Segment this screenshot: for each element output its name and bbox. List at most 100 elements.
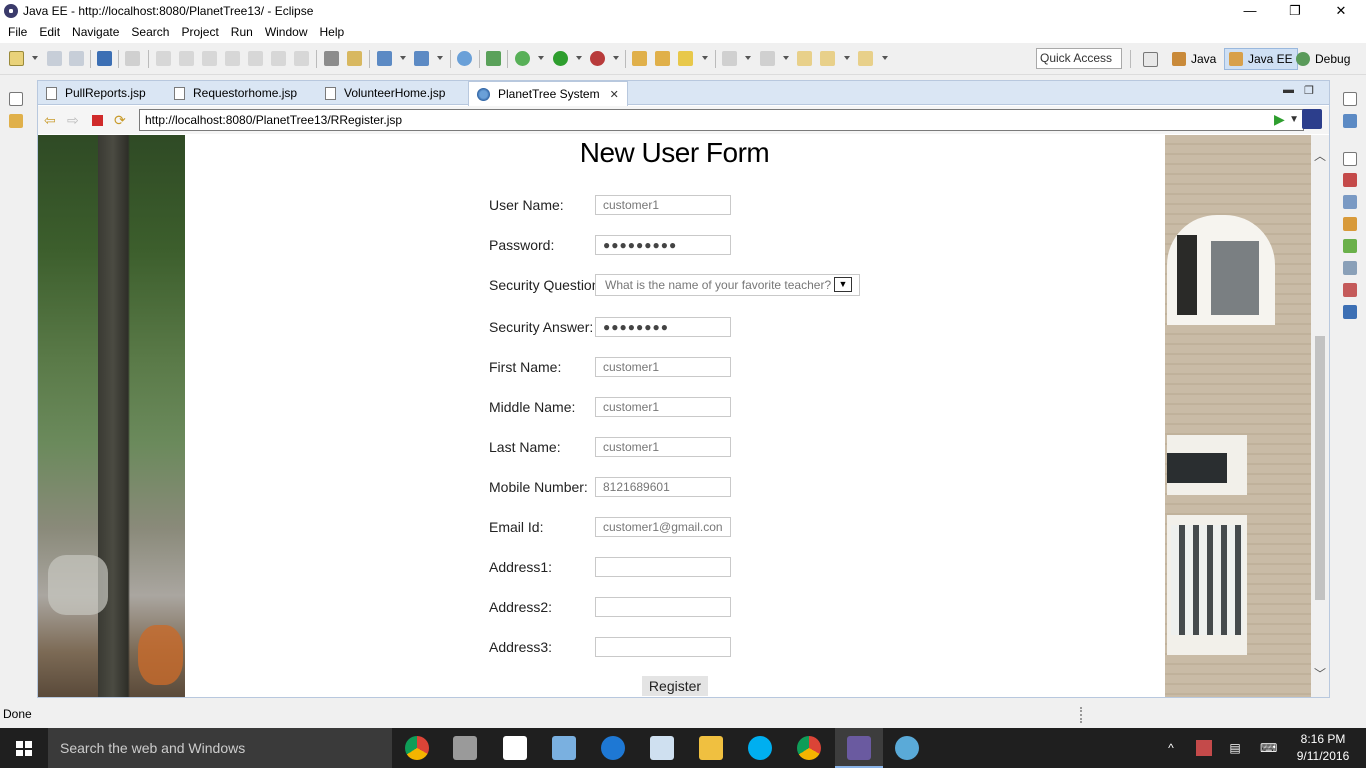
menu-project[interactable]: Project <box>175 22 224 43</box>
chevron-down-icon[interactable]: ▼ <box>834 277 852 292</box>
tab-planettree-system[interactable]: PlanetTree System ✕ <box>468 81 628 106</box>
chrome-icon-2[interactable] <box>797 736 821 760</box>
restore-view-icon[interactable] <box>9 92 23 106</box>
save-icon[interactable] <box>47 51 62 66</box>
menu-navigate[interactable]: Navigate <box>66 22 125 43</box>
menu-help[interactable]: Help <box>314 22 351 43</box>
chrome-icon[interactable] <box>405 736 429 760</box>
open-perspective-icon[interactable] <box>1143 52 1158 67</box>
markers-icon[interactable] <box>1343 173 1357 187</box>
servers-icon[interactable] <box>1343 217 1357 231</box>
scroll-thumb[interactable] <box>1315 336 1325 600</box>
skype-icon[interactable] <box>748 736 772 760</box>
edge-icon[interactable] <box>601 736 625 760</box>
debug-dropdown-icon[interactable] <box>538 56 544 60</box>
security-answer-input[interactable]: ●●●●●●●● <box>595 317 731 337</box>
properties-icon[interactable] <box>1343 195 1357 209</box>
last-name-input[interactable]: customer1 <box>595 437 731 457</box>
step-over-icon[interactable] <box>271 51 286 66</box>
photos-icon[interactable] <box>650 736 674 760</box>
console-view-icon[interactable] <box>1343 305 1357 319</box>
last-edit-icon[interactable] <box>797 51 812 66</box>
search-tool-icon[interactable] <box>678 51 693 66</box>
build-icon[interactable] <box>486 51 501 66</box>
new-type-dropdown-icon[interactable] <box>437 56 443 60</box>
email-input[interactable]: customer1@gmail.con <box>595 517 731 537</box>
password-input[interactable]: ●●●●●●●●● <box>595 235 731 255</box>
mobile-number-input[interactable]: 8121689601 <box>595 477 731 497</box>
stop-icon[interactable] <box>92 115 103 126</box>
paint-icon[interactable] <box>895 736 919 760</box>
new-server-icon[interactable] <box>377 51 392 66</box>
store-icon[interactable] <box>503 736 527 760</box>
task-view-icon[interactable] <box>453 736 477 760</box>
terminate-icon[interactable] <box>202 51 217 66</box>
user-name-input[interactable]: customer1 <box>595 195 731 215</box>
refresh-icon[interactable]: ⟳ <box>114 113 129 127</box>
perspective-debug[interactable]: Debug <box>1292 48 1354 70</box>
skip-breakpoints-icon[interactable] <box>125 51 140 66</box>
run-dropdown-icon[interactable] <box>576 56 582 60</box>
restore-view-icon[interactable] <box>1343 152 1357 166</box>
disconnect-icon[interactable] <box>225 51 240 66</box>
virtualbox-icon[interactable] <box>552 736 576 760</box>
back-arrow-icon[interactable]: ⇦ <box>44 113 59 127</box>
problems-icon[interactable] <box>1343 283 1357 297</box>
middle-name-input[interactable]: customer1 <box>595 397 731 417</box>
action-center-icon[interactable]: ▤ <box>1227 740 1243 756</box>
new-dropdown-icon[interactable] <box>32 56 38 60</box>
resume-icon[interactable] <box>156 51 171 66</box>
web-browser-icon[interactable] <box>457 51 472 66</box>
minimize-editor-icon[interactable]: ▬ <box>1283 84 1294 96</box>
security-question-select[interactable]: What is the name of your favorite teache… <box>595 274 860 296</box>
search-dropdown-icon[interactable] <box>702 56 708 60</box>
prev-annotation-icon[interactable] <box>760 51 775 66</box>
eclipse-taskbar-icon[interactable] <box>847 736 871 760</box>
next-annotation-dropdown-icon[interactable] <box>745 56 751 60</box>
close-tab-icon[interactable]: ✕ <box>610 88 619 101</box>
project-explorer-icon[interactable] <box>9 114 23 128</box>
menu-edit[interactable]: Edit <box>33 22 66 43</box>
debug-icon[interactable] <box>515 51 530 66</box>
menu-run[interactable]: Run <box>225 22 259 43</box>
address2-input[interactable] <box>595 597 731 617</box>
show-hidden-icons-icon[interactable]: ^ <box>1163 740 1179 756</box>
forward-dropdown-icon[interactable] <box>882 56 888 60</box>
save-all-icon[interactable] <box>69 51 84 66</box>
maximize-editor-icon[interactable]: ❐ <box>1304 84 1314 97</box>
vertical-scrollbar[interactable]: ︿ ﹀ <box>1311 135 1329 697</box>
forward-arrow-icon[interactable]: ⇨ <box>67 113 82 127</box>
restore-button[interactable]: ❐ <box>1272 0 1318 22</box>
tab-volunteer-home[interactable]: VolunteerHome.jsp <box>317 81 453 105</box>
url-dropdown-icon[interactable]: ▼ <box>1289 110 1299 130</box>
open-resource-icon[interactable] <box>655 51 670 66</box>
external-tools-icon[interactable] <box>590 51 605 66</box>
address3-input[interactable] <box>595 637 731 657</box>
menu-file[interactable]: File <box>2 22 33 43</box>
register-button[interactable]: Register <box>642 676 708 696</box>
step-into-icon[interactable] <box>248 51 263 66</box>
tab-requestor-home[interactable]: Requestorhome.jsp <box>166 81 305 105</box>
taskbar-clock[interactable]: 8:16 PM 9/11/2016 <box>1290 731 1356 765</box>
close-window-button[interactable]: ✕ <box>1318 0 1364 22</box>
open-type-icon[interactable] <box>632 51 647 66</box>
address1-input[interactable] <box>595 557 731 577</box>
start-button[interactable] <box>0 728 48 768</box>
web-browser-menu-icon[interactable] <box>1302 109 1322 129</box>
new-server-dropdown-icon[interactable] <box>400 56 406 60</box>
console-icon[interactable] <box>97 51 112 66</box>
scroll-up-icon[interactable]: ︿ <box>1314 147 1326 164</box>
file-explorer-icon[interactable] <box>699 736 723 760</box>
go-icon[interactable]: ▶ <box>1274 111 1288 127</box>
taskbar-search-box[interactable]: Search the web and Windows <box>48 728 392 768</box>
external-tools-dropdown-icon[interactable] <box>613 56 619 60</box>
new-type-icon[interactable] <box>414 51 429 66</box>
back-icon[interactable] <box>820 51 835 66</box>
url-input[interactable]: http://localhost:8080/PlanetTree13/RRegi… <box>139 109 1304 131</box>
tab-pull-reports[interactable]: PullReports.jsp <box>38 81 154 105</box>
suspend-icon[interactable] <box>179 51 194 66</box>
new-file-icon[interactable] <box>9 51 24 66</box>
next-annotation-icon[interactable] <box>722 51 737 66</box>
open-task-icon[interactable] <box>347 51 362 66</box>
first-name-input[interactable]: customer1 <box>595 357 731 377</box>
